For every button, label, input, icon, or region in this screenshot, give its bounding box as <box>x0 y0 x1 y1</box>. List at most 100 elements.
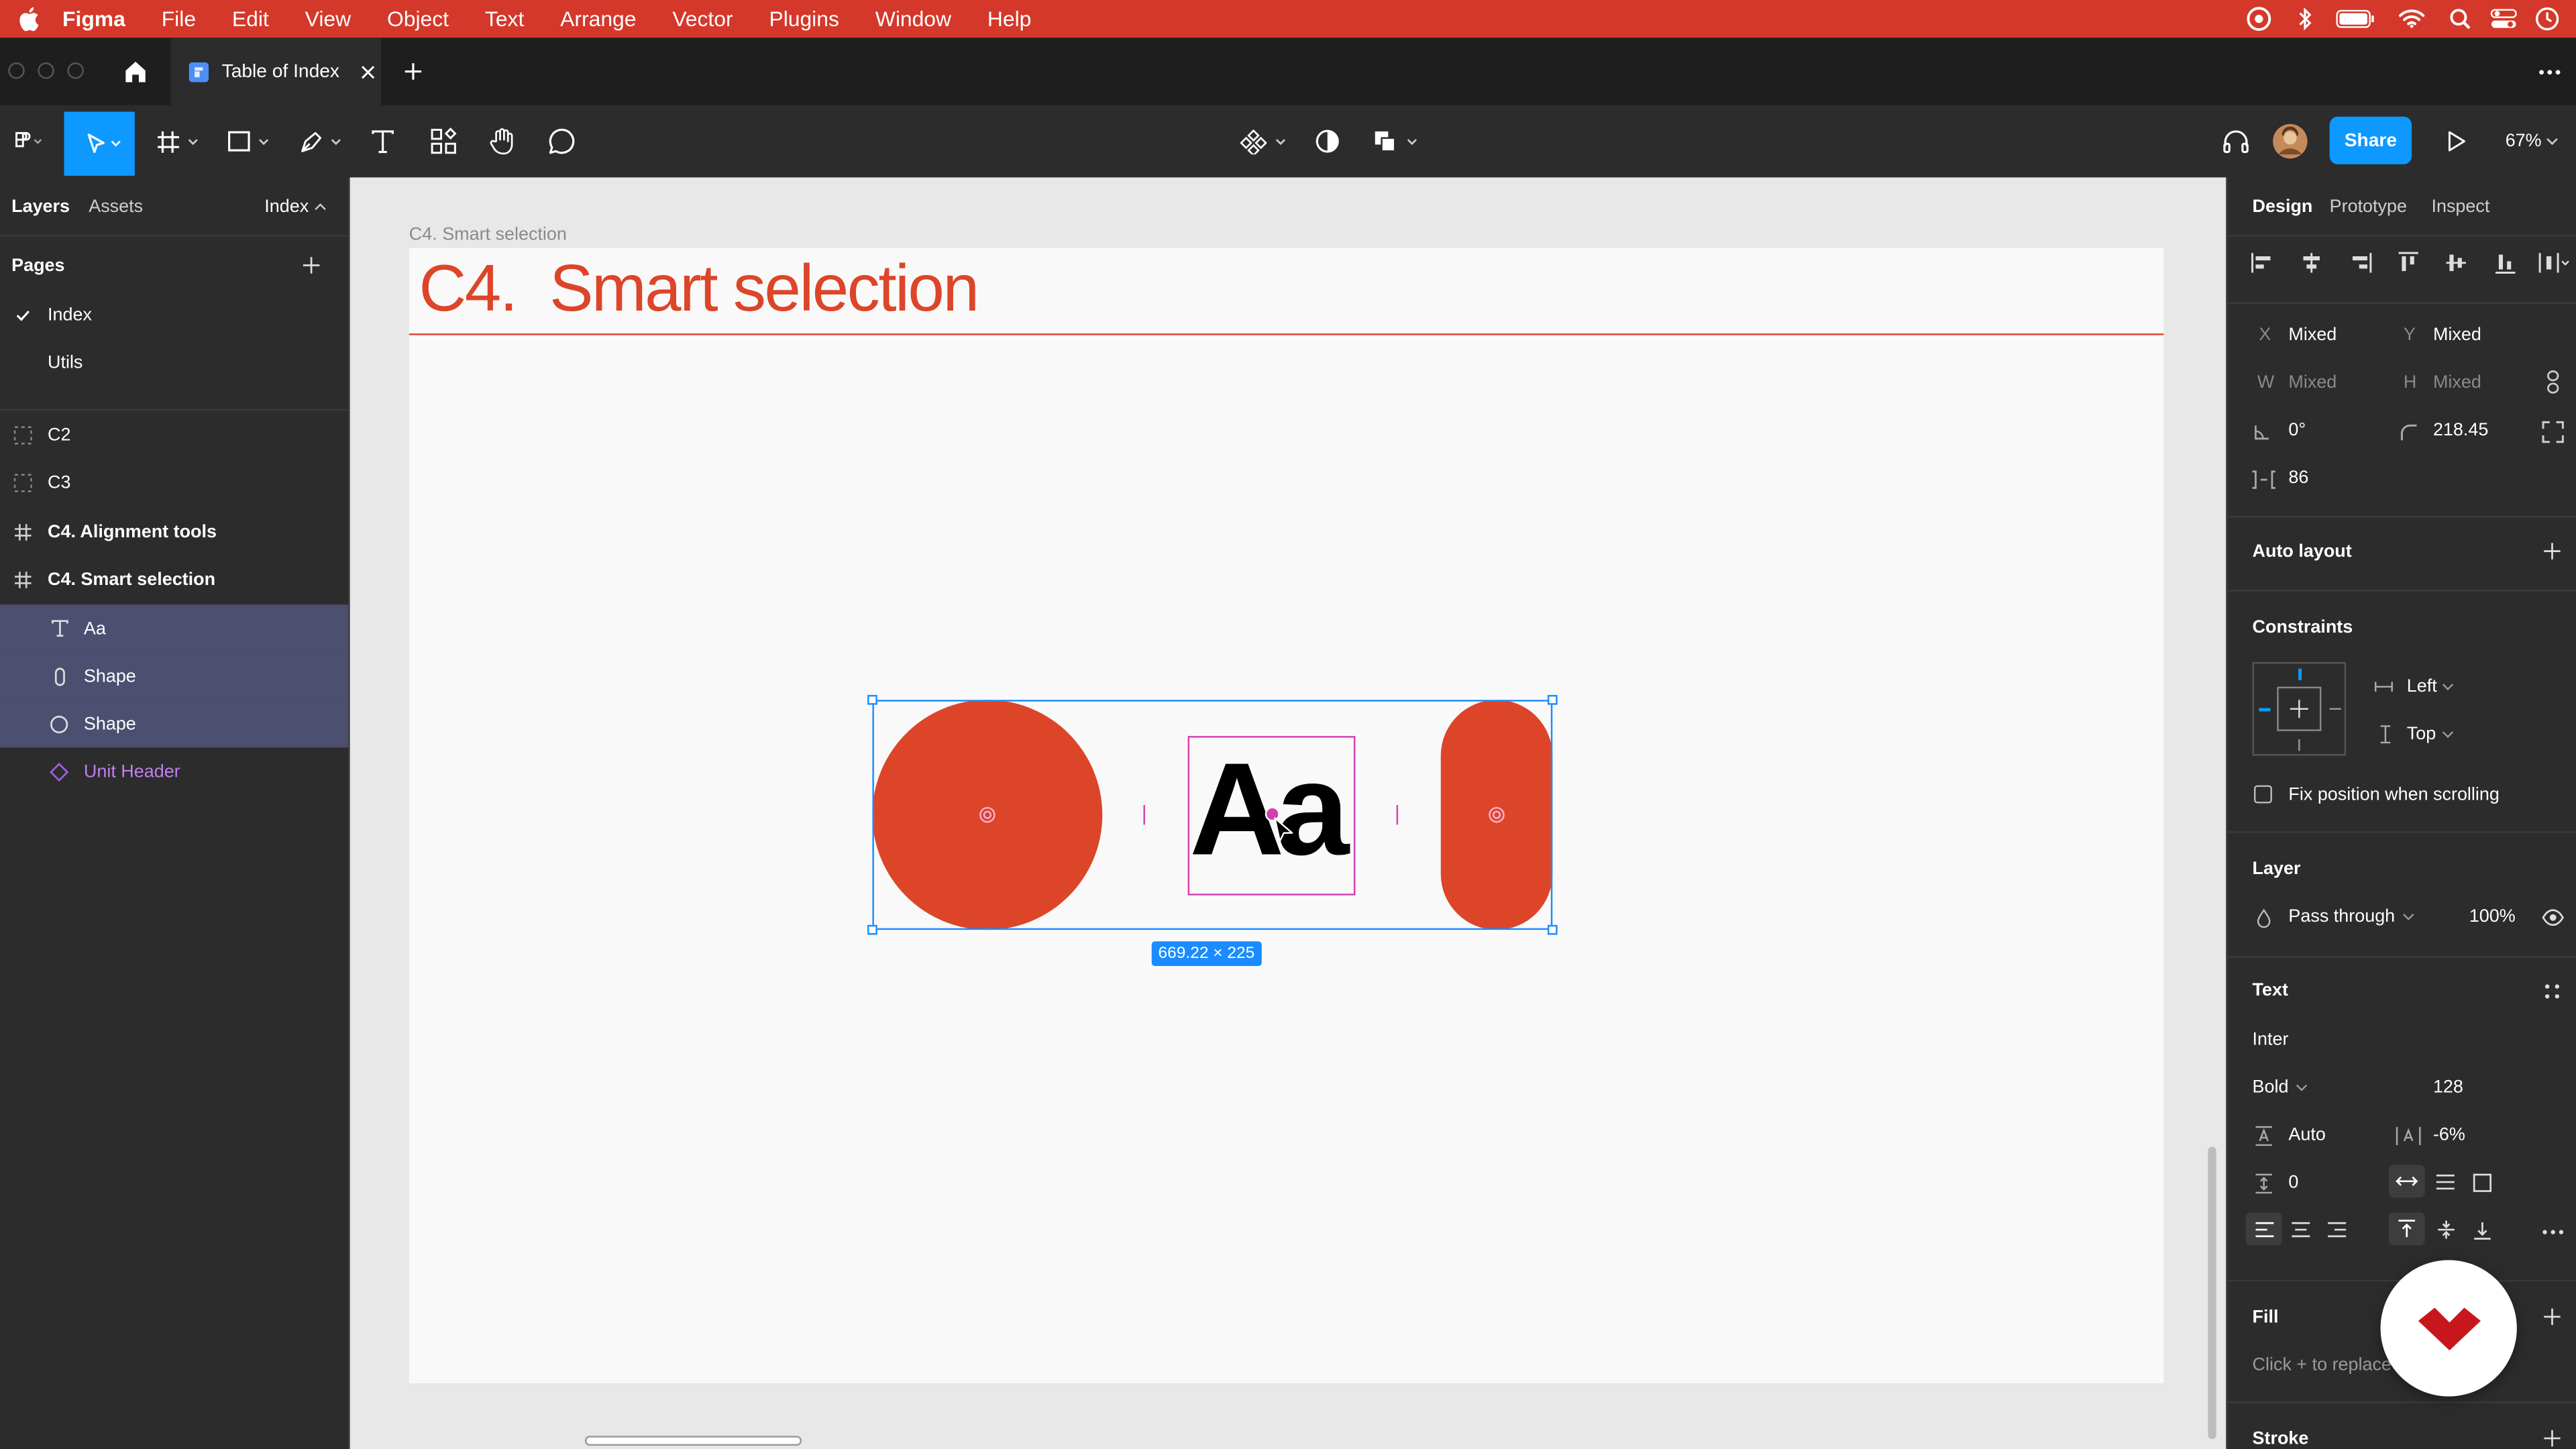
layer-item-c2[interactable]: C2 <box>0 411 348 458</box>
frame-c4-smart-selection[interactable]: C4. Smart selection Aa 669.22 × 225 <box>409 248 2164 1384</box>
window-close-button[interactable] <box>8 62 25 79</box>
menu-arrange[interactable]: Arrange <box>560 7 636 32</box>
zoom-menu[interactable]: 67% <box>2506 118 2571 164</box>
x-field[interactable]: Mixed <box>2288 325 2337 345</box>
audio-headphones-icon[interactable] <box>2218 118 2254 164</box>
creative-cloud-icon[interactable] <box>2246 7 2272 32</box>
resources-tool-button[interactable] <box>425 118 462 164</box>
resize-handle-bottom-left[interactable] <box>867 924 877 935</box>
move-tool-button[interactable] <box>64 111 135 176</box>
add-page-icon[interactable] <box>303 256 321 274</box>
add-stroke-icon[interactable] <box>2543 1430 2561 1448</box>
component-tools-button[interactable] <box>1239 118 1291 164</box>
vertical-scrollbar[interactable] <box>2208 1146 2216 1440</box>
tab-assets[interactable]: Assets <box>89 197 143 217</box>
constraint-left-active[interactable] <box>2259 708 2271 712</box>
unit-header[interactable]: C4. Smart selection <box>409 248 2164 335</box>
menu-plugins[interactable]: Plugins <box>769 7 839 32</box>
corner-radius-field[interactable]: 218.45 <box>2433 421 2488 440</box>
layer-item-c4-alignment-tools[interactable]: C4. Alignment tools <box>0 508 348 555</box>
spotlight-search-icon[interactable] <box>2449 8 2471 30</box>
comment-tool-button[interactable] <box>544 118 580 164</box>
vertical-align-top-icon[interactable] <box>2388 1212 2425 1246</box>
auto-height-icon[interactable] <box>2434 1173 2456 1191</box>
horizontal-constraint-select[interactable]: Left <box>2407 677 2455 696</box>
pen-tool-button[interactable] <box>296 118 348 164</box>
menu-help[interactable]: Help <box>987 7 1032 32</box>
eye-visibility-icon[interactable] <box>2542 908 2565 926</box>
font-weight-select[interactable]: Bold <box>2253 1078 2308 1097</box>
menu-edit[interactable]: Edit <box>232 7 269 32</box>
resize-handle-top-right[interactable] <box>1547 694 1558 705</box>
more-options-icon[interactable] <box>2538 69 2561 76</box>
page-item-index[interactable]: Index <box>0 290 348 338</box>
layer-item-shape-rect[interactable]: Shape <box>0 652 349 700</box>
menu-vector[interactable]: Vector <box>672 7 733 32</box>
opacity-field[interactable]: 100% <box>2469 907 2516 926</box>
font-size-field[interactable]: 128 <box>2433 1078 2463 1097</box>
fix-position-checkbox[interactable] <box>2254 785 2272 804</box>
page-item-utils[interactable]: Utils <box>0 338 348 386</box>
resize-handle-bottom-right[interactable] <box>1547 924 1558 935</box>
text-styles-icon[interactable] <box>2543 982 2561 1000</box>
align-left-icon[interactable] <box>2251 252 2273 274</box>
menu-file[interactable]: File <box>162 7 196 32</box>
menu-window[interactable]: Window <box>875 7 951 32</box>
spacing-field[interactable]: 86 <box>2288 468 2308 488</box>
menu-view[interactable]: View <box>305 7 351 32</box>
paragraph-spacing-field[interactable]: 0 <box>2288 1173 2298 1193</box>
battery-icon[interactable] <box>2336 9 2375 28</box>
add-auto-layout-icon[interactable] <box>2543 542 2561 560</box>
layer-item-c3[interactable]: C3 <box>0 458 348 506</box>
align-bottom-icon[interactable] <box>2494 252 2517 274</box>
w-field[interactable]: Mixed <box>2288 373 2337 392</box>
distribute-spacing-icon[interactable] <box>2538 252 2571 274</box>
constraint-right[interactable] <box>2329 708 2341 710</box>
align-right-icon[interactable] <box>2349 252 2372 274</box>
align-horizontal-center-icon[interactable] <box>2300 252 2323 274</box>
power-icon[interactable] <box>2535 7 2560 32</box>
share-button[interactable]: Share <box>2329 116 2412 164</box>
horizontal-scrollbar[interactable] <box>584 1436 802 1446</box>
floating-logo-badge[interactable] <box>2380 1260 2517 1397</box>
fixed-size-icon[interactable] <box>2473 1173 2492 1193</box>
add-fill-icon[interactable] <box>2543 1307 2561 1326</box>
new-tab-icon[interactable] <box>404 62 422 80</box>
line-height-field[interactable]: Auto <box>2288 1126 2325 1145</box>
constrain-proportions-icon[interactable] <box>2544 370 2561 394</box>
constraint-bottom[interactable] <box>2298 739 2300 751</box>
menu-text[interactable]: Text <box>485 7 524 32</box>
design-canvas[interactable]: C4. Smart selection C4. Smart selection … <box>350 177 2226 1449</box>
frame-name-label[interactable]: C4. Smart selection <box>409 225 567 245</box>
text-align-center-icon[interactable] <box>2290 1221 2312 1239</box>
constraint-top-active[interactable] <box>2298 668 2302 680</box>
hand-tool-button[interactable] <box>484 118 521 164</box>
user-avatar[interactable] <box>2270 118 2310 164</box>
tab-prototype[interactable]: Prototype <box>2330 197 2407 217</box>
tab-inspect[interactable]: Inspect <box>2431 197 2489 217</box>
independent-corners-icon[interactable] <box>2542 421 2565 443</box>
tab-table-of-index[interactable]: Table of Index <box>170 38 382 105</box>
shape-tool-button[interactable] <box>223 118 276 164</box>
main-menu-button[interactable] <box>3 118 52 164</box>
align-vertical-center-icon[interactable] <box>2445 252 2467 274</box>
control-center-icon[interactable] <box>2490 8 2517 30</box>
boolean-tool-button[interactable] <box>1372 118 1424 164</box>
wifi-icon[interactable] <box>2399 8 2425 28</box>
window-minimize-button[interactable] <box>38 62 54 79</box>
mask-tool-button[interactable] <box>1311 118 1344 164</box>
text-tool-button[interactable] <box>365 118 401 164</box>
h-field[interactable]: Mixed <box>2433 373 2481 392</box>
font-family-select[interactable]: Inter <box>2253 1030 2289 1050</box>
present-play-button[interactable] <box>2438 118 2474 164</box>
tab-design[interactable]: Design <box>2253 197 2313 217</box>
auto-width-icon[interactable] <box>2388 1165 2425 1198</box>
layer-item-shape-ellipse[interactable]: Shape <box>0 700 349 748</box>
home-icon[interactable] <box>123 59 148 84</box>
layer-item-c4-smart-selection[interactable]: C4. Smart selection <box>0 555 348 603</box>
close-tab-icon[interactable] <box>359 63 375 79</box>
bluetooth-icon[interactable] <box>2297 7 2313 32</box>
frame-tool-button[interactable] <box>153 118 205 164</box>
vertical-align-bottom-icon[interactable] <box>2473 1221 2492 1240</box>
constraints-widget[interactable] <box>2252 661 2347 756</box>
